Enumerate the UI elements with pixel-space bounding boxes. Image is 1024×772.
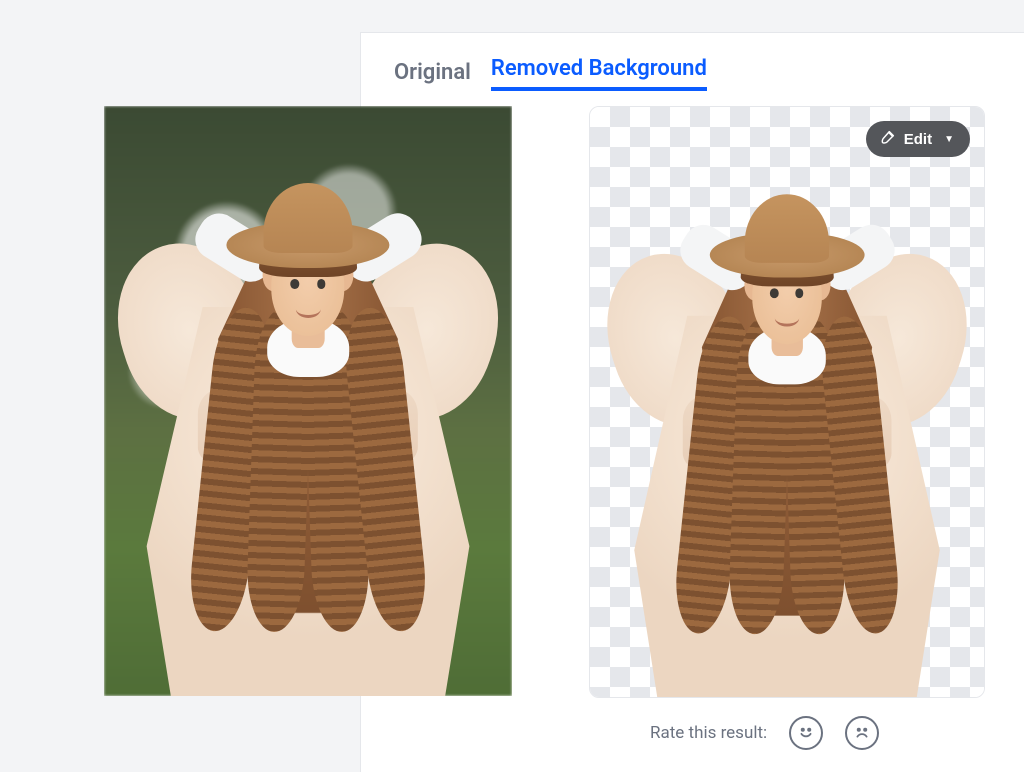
rate-good-button[interactable]: [789, 716, 823, 750]
chevron-down-icon: ▼: [944, 134, 954, 145]
edit-button-label: Edit: [904, 131, 932, 148]
original-image: [104, 106, 512, 696]
smile-icon: [795, 721, 817, 746]
view-tabs: Original Removed Background: [394, 56, 707, 91]
cutout-subject: [590, 107, 984, 697]
brush-icon: [880, 129, 896, 149]
tab-original[interactable]: Original: [394, 60, 471, 91]
rating-prompt: Rate this result:: [650, 723, 767, 743]
frown-icon: [851, 721, 873, 746]
edit-button[interactable]: Edit ▼: [866, 121, 970, 157]
result-image-card: Edit ▼: [589, 106, 985, 698]
rate-bad-button[interactable]: [845, 716, 879, 750]
rating-row: Rate this result:: [650, 716, 879, 750]
tab-removed-background[interactable]: Removed Background: [491, 56, 707, 91]
